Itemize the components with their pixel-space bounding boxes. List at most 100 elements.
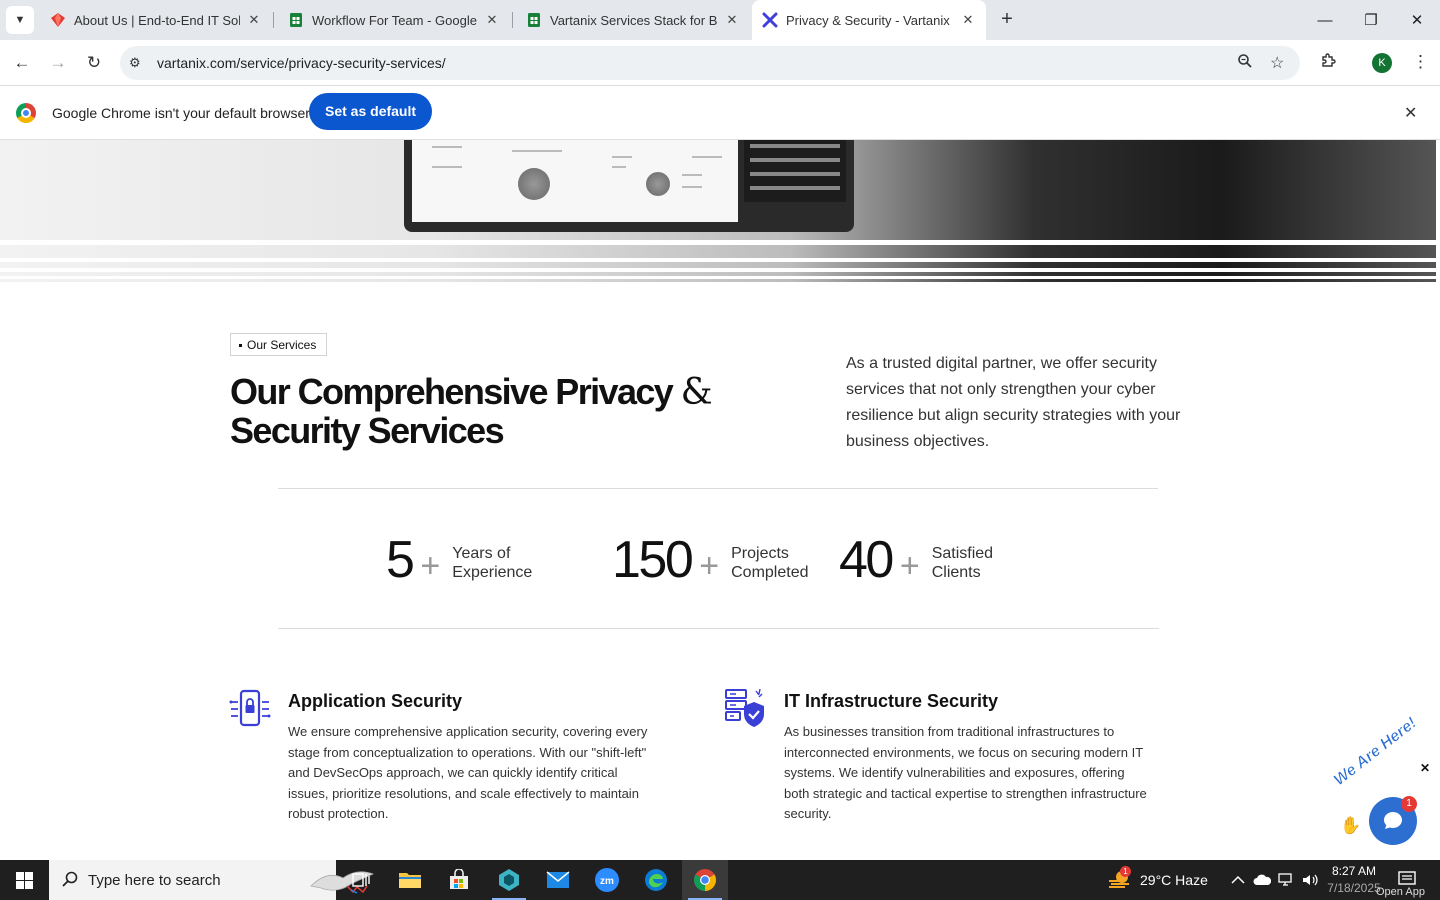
file-explorer-button[interactable] xyxy=(387,860,433,900)
stat-value: 150 xyxy=(612,531,694,589)
close-icon[interactable]: ✕ xyxy=(484,12,500,28)
stat-plus: + xyxy=(420,546,441,585)
chrome-icon xyxy=(694,869,716,891)
restore-icon: ❐ xyxy=(1364,12,1378,29)
stat-years: 5 + Years of Experience xyxy=(386,530,532,590)
search-placeholder: Type here to search xyxy=(88,872,221,889)
chrome-button[interactable] xyxy=(682,860,728,900)
zoom-app-button[interactable]: zm xyxy=(584,860,630,900)
reload-icon: ↻ xyxy=(86,53,102,72)
onedrive-icon[interactable] xyxy=(1253,860,1271,900)
divider xyxy=(278,628,1159,629)
close-icon: ✕ xyxy=(1410,12,1424,29)
page-title: Our Comprehensive Privacy & Security Ser… xyxy=(230,373,750,450)
tab-privacy-security[interactable]: Privacy & Security - Vartanix ✕ xyxy=(752,0,986,40)
tab-vartanix-stack[interactable]: Vartanix Services Stack for Blog ✕ xyxy=(516,4,750,36)
network-icon[interactable] xyxy=(1278,860,1296,900)
store-button[interactable] xyxy=(436,860,482,900)
profile-avatar[interactable]: K xyxy=(1372,53,1392,73)
chrome-logo-icon xyxy=(16,103,36,123)
clock-time: 8:27 AM xyxy=(1331,864,1377,878)
back-button[interactable]: ← xyxy=(10,51,34,75)
open-app-label[interactable]: Open App xyxy=(1376,886,1425,898)
address-bar[interactable]: ⚙ vartanix.com/service/privacy-security-… xyxy=(120,46,1300,80)
tab-workflow[interactable]: Workflow For Team - Google Sheets ✕ xyxy=(278,4,510,36)
service-description: We ensure comprehensive application secu… xyxy=(288,724,648,822)
windows-logo-icon xyxy=(15,871,33,889)
hero-image xyxy=(0,140,1436,282)
mobile-lock-icon xyxy=(229,689,271,727)
sheets-icon xyxy=(528,13,540,27)
edge-button[interactable] xyxy=(633,860,679,900)
close-icon[interactable]: ✕ xyxy=(724,12,740,28)
volume-icon[interactable] xyxy=(1302,860,1318,900)
url-text[interactable]: vartanix.com/service/privacy-security-se… xyxy=(157,55,446,71)
tab-separator xyxy=(273,12,274,28)
mail-icon xyxy=(546,871,570,888)
chevron-up-icon[interactable] xyxy=(1231,860,1245,900)
tab-title: About Us | End-to-End IT Solutions xyxy=(74,12,240,28)
chat-close-icon[interactable]: ✕ xyxy=(1420,761,1430,775)
tab-title: Vartanix Services Stack for Blog xyxy=(550,12,718,28)
extensions-icon[interactable] xyxy=(1320,52,1337,74)
minimize-icon: — xyxy=(1317,11,1333,29)
divider xyxy=(278,488,1158,489)
tab-title: Workflow For Team - Google Sheets xyxy=(312,12,478,28)
waving-hand-icon: ✋ xyxy=(1340,816,1362,835)
decorative-stripe xyxy=(0,276,1436,279)
forward-button[interactable]: → xyxy=(46,51,70,75)
svg-text:zm: zm xyxy=(600,876,614,887)
close-icon[interactable]: ✕ xyxy=(1404,103,1417,123)
reload-button[interactable]: ↻ xyxy=(82,51,106,75)
set-as-default-button[interactable]: Set as default xyxy=(309,93,433,130)
hexagon-app-icon xyxy=(499,869,519,891)
infobar-message: Google Chrome isn't your default browser xyxy=(52,105,310,121)
stat-value: 40 xyxy=(839,531,894,589)
tab-separator xyxy=(512,12,513,28)
menu-dots-icon[interactable]: ⋮ xyxy=(1412,52,1429,72)
stat-projects: 150 + Projects Completed xyxy=(612,530,809,590)
restore-button[interactable]: ❐ xyxy=(1348,0,1394,40)
service-description: As businesses transition from traditiona… xyxy=(784,724,1147,822)
weather-widget[interactable]: 1 xyxy=(1108,860,1132,900)
close-window-button[interactable]: ✕ xyxy=(1394,0,1440,40)
chevron-down-icon: ▼ xyxy=(14,14,26,26)
stat-label: Years of Experience xyxy=(452,545,533,581)
app-button[interactable] xyxy=(486,860,532,900)
site-settings-icon[interactable]: ⚙ xyxy=(129,55,141,71)
start-button[interactable] xyxy=(0,860,48,900)
mail-button[interactable] xyxy=(535,860,581,900)
close-icon[interactable]: ✕ xyxy=(960,12,976,28)
chat-bubble-icon xyxy=(1384,812,1402,829)
store-icon xyxy=(450,869,468,889)
close-icon[interactable]: ✕ xyxy=(246,12,262,28)
default-browser-infobar: Google Chrome isn't your default browser… xyxy=(0,87,1440,140)
gem-icon xyxy=(51,13,65,27)
tab-strip: ▼ About Us | End-to-End IT Solutions ✕ W… xyxy=(0,0,1440,40)
server-shield-icon xyxy=(725,688,764,727)
stat-plus: + xyxy=(899,546,920,585)
chat-badge: 1 xyxy=(1401,796,1417,812)
taskbar-search[interactable]: Type here to search xyxy=(49,860,375,900)
sheets-icon xyxy=(290,13,302,27)
tab-search-button[interactable]: ▼ xyxy=(6,6,34,34)
decorative-stripe xyxy=(0,258,1436,262)
vartanix-icon xyxy=(762,12,778,28)
laptop-screen-image xyxy=(404,140,854,232)
folder-icon xyxy=(399,873,421,888)
zoom-icon[interactable] xyxy=(1237,53,1253,74)
taskbar: Type here to search zm 1 29°C Haze 8:27 … xyxy=(0,860,1440,900)
edge-icon xyxy=(645,869,667,891)
tab-title: Privacy & Security - Vartanix xyxy=(786,12,950,28)
new-tab-button[interactable]: + xyxy=(995,8,1019,32)
task-view-button[interactable] xyxy=(338,860,384,900)
zoom-app-icon: zm xyxy=(595,868,619,892)
minimize-button[interactable]: — xyxy=(1302,0,1348,40)
task-view-icon xyxy=(352,873,370,887)
stat-value: 5 xyxy=(386,531,415,589)
section-chip: Our Services xyxy=(230,333,328,356)
decorative-stripe xyxy=(0,268,1436,272)
intro-paragraph: As a trusted digital partner, we offer s… xyxy=(846,355,1181,450)
bookmark-star-icon[interactable]: ☆ xyxy=(1270,53,1284,73)
tab-about-us[interactable]: About Us | End-to-End IT Solutions ✕ xyxy=(40,4,272,36)
